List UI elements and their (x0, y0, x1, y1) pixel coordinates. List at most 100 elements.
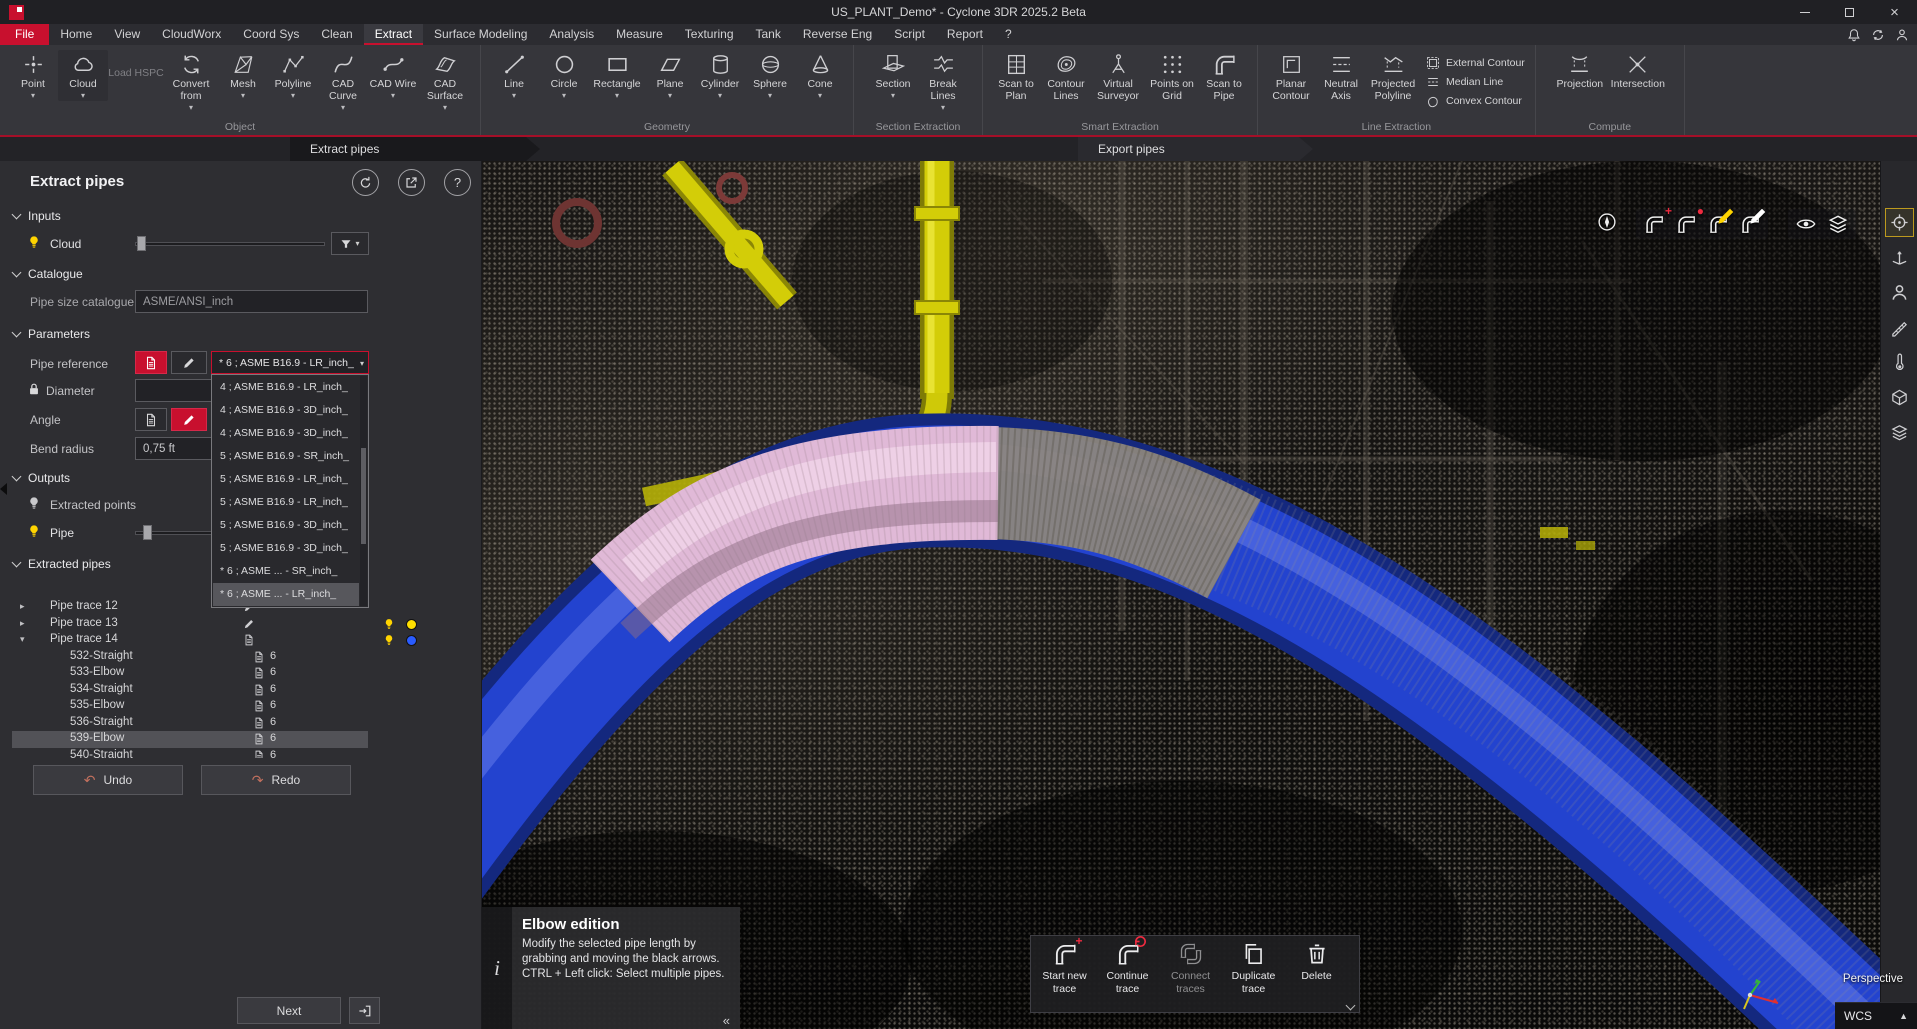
up-arrow-icon[interactable]: ▲ (1899, 1011, 1908, 1021)
ribbon-rectangle-button[interactable]: Rectangle▾ (589, 50, 645, 101)
cube-icon[interactable] (1886, 384, 1913, 411)
ribbon-break-lines-button[interactable]: Break Lines▾ (918, 50, 968, 112)
pipe-edit-icon[interactable] (1705, 211, 1731, 237)
dropdown-option[interactable]: 5 ; ASME B16.9 - 3D_inch_ (213, 537, 359, 560)
pipe-add-icon[interactable]: + (1641, 211, 1667, 237)
axes-icon[interactable] (1886, 244, 1913, 271)
start-new-trace-button[interactable]: + Start new trace (1033, 941, 1096, 1010)
expander-icon[interactable]: ▸ (20, 601, 25, 612)
redo-button[interactable]: ↷Redo (201, 765, 351, 795)
help-icon[interactable]: ? (444, 169, 471, 196)
thermometer-icon[interactable] (1886, 349, 1913, 376)
dropdown-option[interactable]: 5 ; ASME B16.9 - 3D_inch_ (213, 514, 359, 537)
tab-export-pipes[interactable]: Export pipes (1078, 137, 1313, 161)
ribbon-sphere-button[interactable]: Sphere▾ (745, 50, 795, 101)
tree-row-532-straight[interactable]: 532-Straight 6 (0, 649, 482, 666)
dropdown-scrollbar[interactable] (360, 376, 367, 606)
ribbon-mesh-button[interactable]: Mesh▾ (218, 50, 268, 101)
ribbon-cylinder-button[interactable]: Cylinder▾ (695, 50, 745, 101)
expander-icon[interactable]: ▸ (20, 618, 25, 629)
menu-script[interactable]: Script (883, 24, 936, 45)
section-catalogue[interactable]: Catalogue (13, 267, 83, 281)
user-icon[interactable] (1895, 28, 1909, 42)
ribbon-section-button[interactable]: Section▾ (868, 50, 918, 101)
ribbon-neutral-axis-button[interactable]: Neutral Axis (1316, 50, 1366, 103)
menu-analysis[interactable]: Analysis (538, 24, 605, 45)
dropdown-option[interactable]: 5 ; ASME B16.9 - SR_inch_ (213, 445, 359, 468)
dropdown-option[interactable]: 4 ; ASME B16.9 - LR_inch_ (213, 376, 359, 399)
section-parameters[interactable]: Parameters (13, 327, 90, 341)
continue-trace-button[interactable]: Continue trace (1096, 941, 1159, 1010)
export-step-button[interactable] (349, 997, 380, 1024)
pipe-node-icon[interactable]: ● (1673, 211, 1699, 237)
trace-color-swatch[interactable] (406, 619, 417, 630)
undo-button[interactable]: ↶Undo (33, 765, 183, 795)
duplicate-trace-button[interactable]: Duplicate trace (1222, 941, 1285, 1010)
close-button[interactable]: × (1872, 0, 1917, 24)
pipe-reference-edit-button[interactable] (171, 351, 207, 374)
menu-reverse-eng[interactable]: Reverse Eng (792, 24, 883, 45)
sync-icon[interactable] (1871, 28, 1885, 42)
tree-row-535-elbow[interactable]: 535-Elbow 6 (0, 698, 482, 715)
target-icon[interactable] (1886, 209, 1913, 236)
trace-color-swatch[interactable] (406, 635, 417, 646)
cloud-opacity-slider[interactable] (135, 232, 325, 255)
minimize-button[interactable] (1782, 0, 1827, 24)
menu-cloudworx[interactable]: CloudWorx (151, 24, 232, 45)
menu-help[interactable]: ? (994, 24, 1023, 45)
angle-catalogue-button[interactable] (135, 408, 167, 431)
ribbon-cloud-button[interactable]: Cloud▾ (58, 50, 108, 101)
dropdown-option-highlighted[interactable]: * 6 ; ASME ... - LR_inch_ (213, 583, 359, 606)
file-icon[interactable] (243, 634, 255, 646)
menu-surface-modeling[interactable]: Surface Modeling (423, 24, 538, 45)
ribbon-contour-lines-button[interactable]: Contour Lines (1041, 50, 1091, 103)
menu-tank[interactable]: Tank (745, 24, 792, 45)
wcs-bar[interactable]: WCS ▲ (1835, 1002, 1917, 1029)
dropdown-option[interactable]: 4 ; ASME B16.9 - 3D_inch_ (213, 422, 359, 445)
ribbon-points-on-grid-button[interactable]: Points on Grid (1145, 50, 1199, 103)
bulb-icon[interactable] (27, 235, 41, 249)
pipe-pen-icon[interactable] (1737, 211, 1763, 237)
section-outputs[interactable]: Outputs (13, 471, 70, 485)
bell-icon[interactable] (1847, 28, 1861, 42)
ribbon-intersection-button[interactable]: Intersection (1608, 50, 1668, 91)
user-icon[interactable] (1886, 279, 1913, 306)
ribbon-planar-contour-button[interactable]: Planar Contour (1266, 50, 1316, 103)
ribbon-convert-from-button[interactable]: Convert from▾ (164, 50, 218, 112)
pencil-icon[interactable] (243, 618, 255, 630)
maximize-button[interactable] (1827, 0, 1872, 24)
open-export-icon[interactable] (398, 169, 425, 196)
tree-row-534-straight[interactable]: 534-Straight 6 (0, 682, 482, 699)
tree-row-540-straight[interactable]: 540-Straight 6 (0, 748, 482, 759)
ribbon-median-line-button[interactable]: Median Line (1426, 75, 1525, 89)
menu-coord-sys[interactable]: Coord Sys (232, 24, 310, 45)
menu-clean[interactable]: Clean (310, 24, 363, 45)
ribbon-scan-to-pipe-button[interactable]: Scan to Pipe (1199, 50, 1249, 103)
tree-row-pipe-trace-13[interactable]: ▸ Pipe trace 13 (0, 616, 482, 633)
pipe-reference-combo[interactable]: * 6 ; ASME B16.9 - LR_inch_▾ (211, 351, 369, 374)
ribbon-cone-button[interactable]: Cone▾ (795, 50, 845, 101)
show-cloud-icon[interactable] (1825, 211, 1851, 237)
ribbon-point-button[interactable]: Point▾ (8, 50, 58, 101)
angle-edit-button[interactable] (171, 408, 207, 431)
cloud-filter-button[interactable]: ▾ (331, 232, 369, 255)
ribbon-polyline-button[interactable]: Polyline▾ (268, 50, 318, 101)
tree-row-536-straight[interactable]: 536-Straight 6 (0, 715, 482, 732)
menu-home[interactable]: Home (49, 24, 103, 45)
bulb-icon[interactable] (27, 524, 41, 538)
ribbon-line-button[interactable]: Line▾ (489, 50, 539, 101)
ribbon-scan-to-plan-button[interactable]: Scan to Plan (991, 50, 1041, 103)
ribbon-projection-button[interactable]: Projection (1552, 50, 1608, 91)
dropdown-option[interactable]: 5 ; ASME B16.9 - LR_inch_ (213, 491, 359, 514)
visibility-bulb-icon[interactable] (383, 634, 395, 646)
tree-row-pipe-trace-14[interactable]: ▾ Pipe trace 14 (0, 632, 482, 649)
bulb-icon[interactable] (27, 496, 41, 510)
delete-trace-button[interactable]: Delete (1285, 941, 1348, 1010)
ribbon-cad-curve-button[interactable]: CAD Curve▾ (318, 50, 368, 112)
visibility-bulb-icon[interactable] (383, 618, 395, 630)
menu-report[interactable]: Report (936, 24, 994, 45)
ribbon-plane-button[interactable]: Plane▾ (645, 50, 695, 101)
menu-texturing[interactable]: Texturing (674, 24, 745, 45)
ribbon-external-contour-button[interactable]: External Contour (1426, 56, 1525, 70)
expander-icon[interactable]: ▾ (20, 634, 25, 645)
